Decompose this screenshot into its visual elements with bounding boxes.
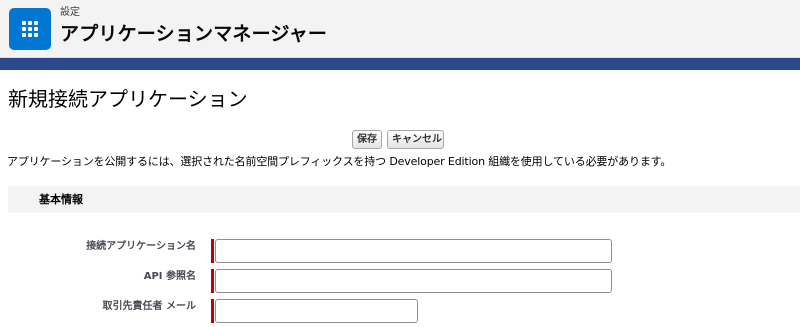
required-indicator <box>211 239 214 263</box>
grid-dot <box>34 33 38 37</box>
page-title: 新規接続アプリケーション <box>8 87 248 111</box>
grid-dot <box>28 33 32 37</box>
setup-header: 設定 アプリケーションマネージャー <box>0 0 800 58</box>
connected-app-name-input[interactable] <box>215 239 612 263</box>
publish-notice: アプリケーションを公開するには、選択された名前空間プレフィックスを持つ Deve… <box>7 155 672 168</box>
section-header-basic-info: 基本情報 <box>8 186 800 213</box>
contact-email-input[interactable] <box>215 299 418 323</box>
required-indicator <box>211 299 214 323</box>
header-eyebrow: 設定 <box>60 7 80 18</box>
save-button[interactable]: 保存 <box>352 130 382 149</box>
grid-dot <box>28 27 32 31</box>
app-launcher-grid-icon[interactable] <box>9 8 51 50</box>
grid-dot <box>28 21 32 25</box>
cancel-button[interactable]: キャンセル <box>387 130 444 149</box>
grid-dot <box>34 27 38 31</box>
header-title: アプリケーションマネージャー <box>60 23 328 45</box>
grid-dot <box>34 21 38 25</box>
grid-dot <box>22 27 26 31</box>
required-indicator <box>211 269 214 293</box>
api-name-input[interactable] <box>215 269 612 293</box>
api-name-label: API 参照名 <box>143 271 196 282</box>
brand-band <box>0 58 800 70</box>
grid-dot <box>22 33 26 37</box>
section-title: 基本情報 <box>39 193 83 206</box>
connected-app-name-label: 接続アプリケーション名 <box>86 241 196 252</box>
grid-dot <box>22 21 26 25</box>
contact-email-label: 取引先責任者 メール <box>102 301 196 312</box>
